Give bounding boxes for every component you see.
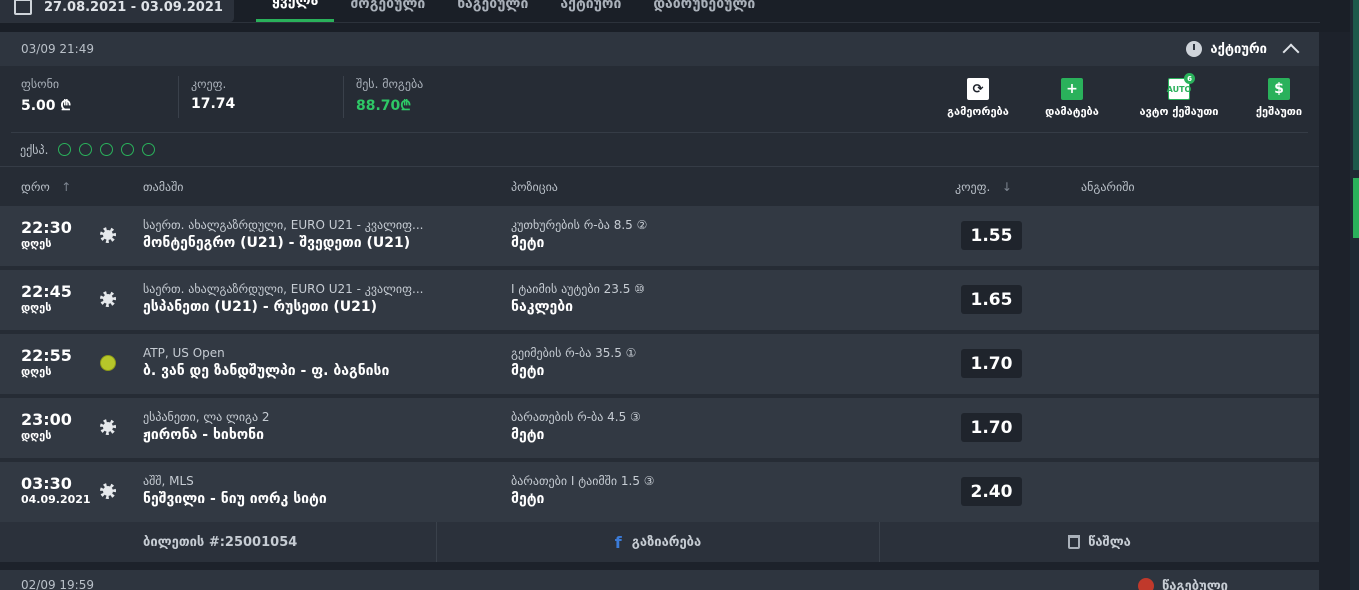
football-icon	[100, 483, 116, 499]
status-dot	[142, 143, 156, 156]
football-icon	[100, 419, 116, 435]
table-row: 22:55 დღეს ATP, US Open ბ. ვან დე ზანდშუ…	[0, 334, 1319, 394]
dollar-icon: $	[1268, 78, 1290, 100]
table-row: 03:30 04.09.2021 აშშ, MLS ნეშვილი - ნიუ …	[0, 462, 1319, 522]
repeat-icon: ⟳	[967, 78, 989, 100]
column-result: ანგარიში	[1081, 180, 1135, 194]
tab-won[interactable]: მოგებული	[334, 0, 441, 22]
divider	[178, 76, 179, 118]
total-odds: კოეფ. 17.74	[191, 77, 235, 112]
ticket-footer: ბილეთის #:25001054 f გაზიარება წაშლა	[0, 522, 1319, 562]
column-time[interactable]: დრო ↑	[21, 180, 71, 194]
table-row: 23:00 დღეს ესპანეთი, ლა ლიგა 2 ჟირონა - …	[0, 398, 1319, 458]
status-label: აქტიური	[1210, 41, 1267, 57]
trash-icon	[1068, 535, 1081, 549]
lost-icon	[1138, 578, 1154, 590]
scrollbar[interactable]	[1350, 0, 1359, 590]
auto-cashout-button[interactable]: AUTO 6 ავტო ქეშაუთი	[1129, 73, 1229, 118]
column-game: თამაში	[143, 180, 184, 194]
status-dot	[100, 143, 114, 156]
stake-label: ფსონი	[21, 77, 60, 91]
stake: ფსონი 5.00 ₾	[21, 77, 71, 115]
tennis-ball-icon	[100, 355, 116, 371]
ticket-status: წაგებული	[1138, 578, 1228, 590]
tab-lost[interactable]: წაგებული	[441, 0, 544, 22]
odds-label: კოეფ.	[191, 77, 227, 91]
date-range-picker[interactable]: 27.08.2021 - 03.09.2021	[0, 0, 234, 22]
odd-badge: 1.65	[961, 285, 1022, 314]
top-bar: 27.08.2021 - 03.09.2021 ყველა მოგებული წ…	[0, 0, 1359, 32]
odd-badge: 1.70	[961, 349, 1022, 378]
ticket-actions: ⟳ გამეორება + დამატება AUTO 6 ავტო ქეშაუ…	[933, 73, 1319, 118]
status-dot	[79, 143, 93, 156]
divider	[0, 22, 1320, 23]
odd-badge: 2.40	[961, 477, 1022, 506]
ticket-status: აქტიური	[1186, 40, 1300, 61]
bet-ticket: 03/09 21:49 აქტიური ფსონი 5.00 ₾ კოეფ. 1…	[0, 32, 1319, 562]
win-value: 88.70₾	[356, 98, 412, 114]
win-label: შეს. მოგება	[356, 77, 424, 91]
table-header: დრო ↑ თამაში პოზიცია კოეფ. ↓ ანგარიში	[0, 166, 1319, 206]
chevron-up-icon[interactable]	[1282, 43, 1300, 61]
delete-button[interactable]: წაშლა	[880, 522, 1319, 562]
next-ticket-header[interactable]: 02/09 19:59 წაგებული	[0, 570, 1319, 590]
ticket-datetime: 02/09 19:59	[21, 578, 94, 590]
cashout-button[interactable]: $ ქეშაუთი	[1249, 78, 1309, 118]
express-row: ექსპ.	[11, 132, 1308, 166]
share-button[interactable]: f გაზიარება	[437, 522, 880, 562]
table-row: 22:45 დღეს საერთ. ახალგაზრდული, EURO U21…	[0, 270, 1319, 330]
odds-value: 17.74	[191, 96, 236, 112]
sort-up-icon: ↑	[53, 180, 72, 194]
status-dot	[121, 143, 135, 156]
ticket-header[interactable]: 03/09 21:49 აქტიური	[0, 32, 1319, 66]
possible-win: შეს. მოგება 88.70₾	[356, 77, 423, 115]
column-odds[interactable]: კოეფ. ↓	[955, 180, 1012, 194]
ticket-summary: ფსონი 5.00 ₾ კოეფ. 17.74 შეს. მოგება 88.…	[0, 66, 1319, 132]
filter-tabs: ყველა მოგებული წაგებული აქტიური დაბრუნებ…	[256, 0, 771, 22]
clock-icon	[1186, 41, 1203, 57]
football-icon	[100, 227, 116, 243]
facebook-icon: f	[614, 532, 622, 552]
calendar-icon	[14, 0, 32, 15]
football-icon	[100, 291, 116, 307]
express-indicators	[58, 143, 156, 156]
stake-value: 5.00 ₾	[21, 98, 72, 114]
tab-returned[interactable]: დაბრუნებული	[637, 0, 771, 22]
repeat-button[interactable]: ⟳ გამეორება	[933, 78, 1023, 118]
sort-down-icon: ↓	[994, 180, 1012, 194]
plus-icon: +	[1061, 78, 1083, 100]
divider	[343, 76, 344, 118]
ticket-number: ბილეთის #:25001054	[0, 522, 437, 562]
auto-cashout-icon: AUTO 6	[1167, 73, 1195, 100]
tab-active[interactable]: აქტიური	[544, 0, 637, 22]
date-range-label: 27.08.2021 - 03.09.2021	[44, 0, 223, 15]
status-dot	[58, 143, 72, 156]
express-label: ექსპ.	[20, 142, 49, 157]
count-badge: 6	[1184, 73, 1195, 84]
column-position: პოზიცია	[511, 180, 558, 194]
add-button[interactable]: + დამატება	[1029, 78, 1115, 118]
ticket-datetime: 03/09 21:49	[21, 42, 94, 56]
odd-badge: 1.55	[961, 221, 1022, 250]
odd-badge: 1.70	[961, 413, 1022, 442]
tab-all[interactable]: ყველა	[256, 0, 335, 22]
table-row: 22:30 დღეს საერთ. ახალგაზრდული, EURO U21…	[0, 206, 1319, 266]
